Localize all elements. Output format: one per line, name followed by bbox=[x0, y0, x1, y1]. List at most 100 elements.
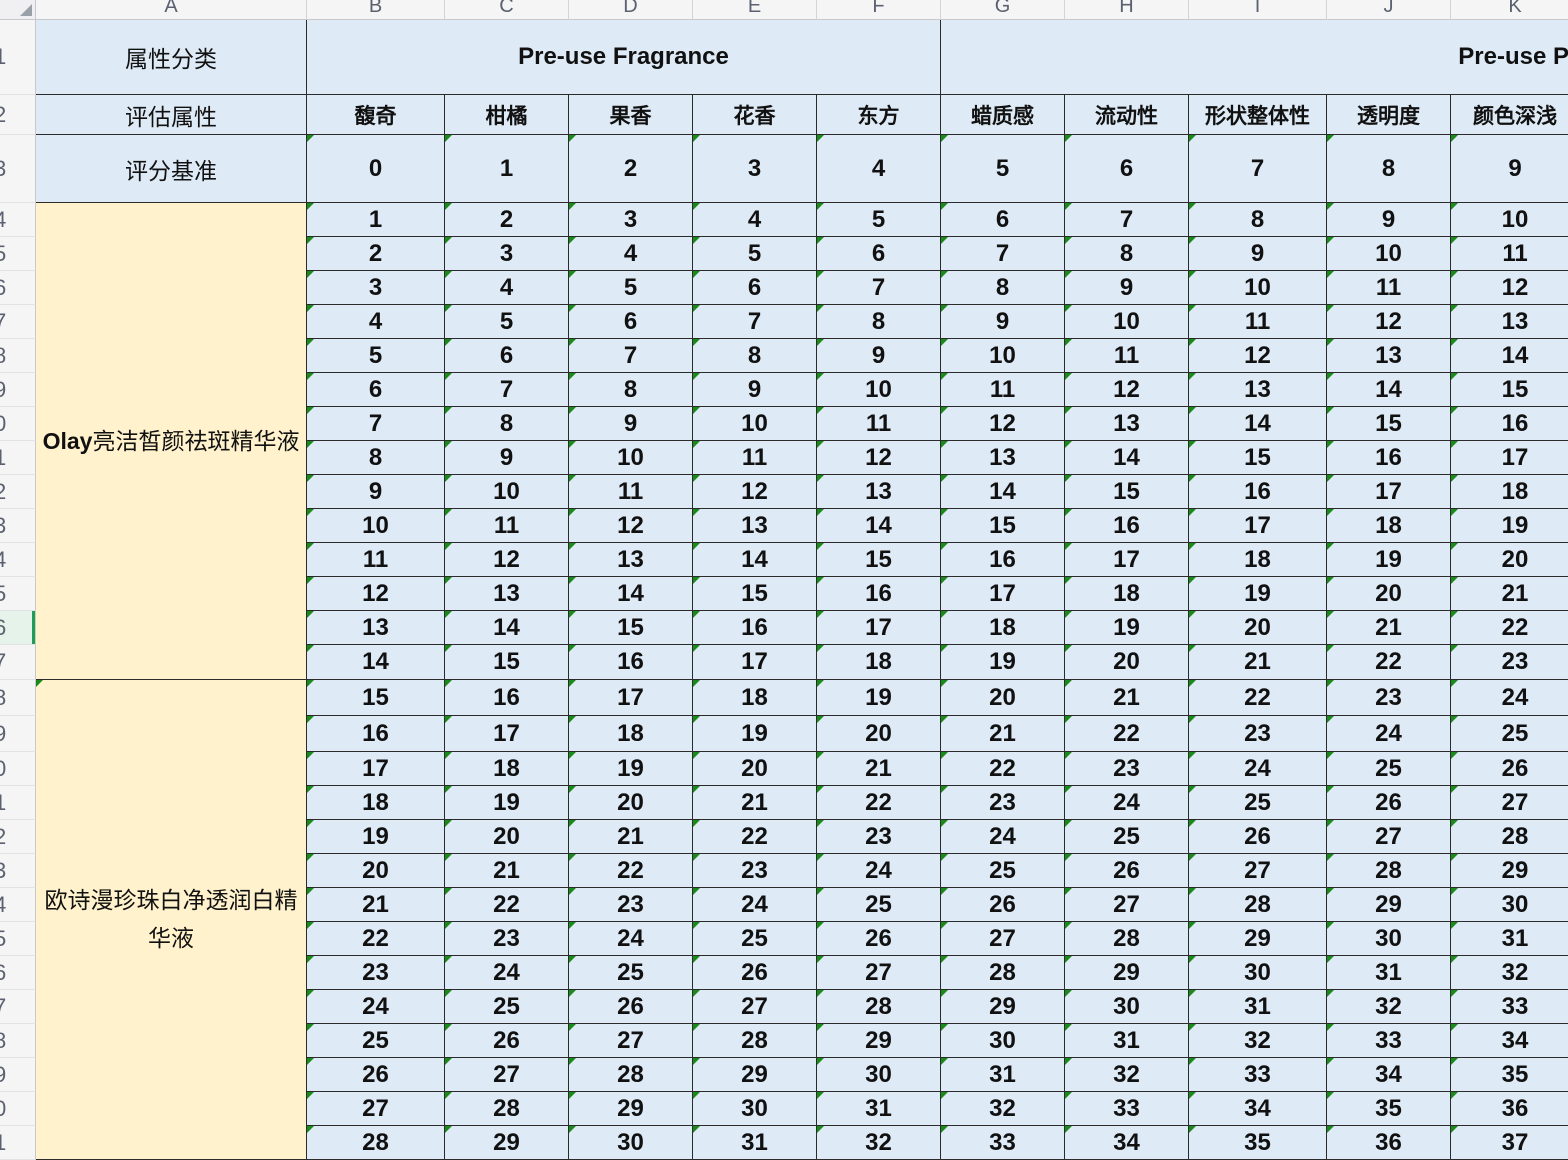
data-cell[interactable]: 11 bbox=[1327, 271, 1451, 305]
column-header-a[interactable]: A bbox=[36, 0, 307, 20]
data-cell[interactable]: 24 bbox=[941, 820, 1065, 854]
data-cell[interactable]: 27 bbox=[1451, 786, 1568, 820]
data-cell[interactable]: 21 bbox=[941, 716, 1065, 752]
data-cell[interactable]: 8 bbox=[445, 407, 569, 441]
data-cell[interactable]: 2 bbox=[445, 203, 569, 237]
data-cell[interactable]: 15 bbox=[817, 543, 941, 577]
data-cell[interactable]: 33 bbox=[1327, 1024, 1451, 1058]
row-header[interactable]: 6 bbox=[0, 271, 36, 305]
baseline-score[interactable]: 9 bbox=[1451, 135, 1568, 203]
row-header[interactable]: 0 bbox=[0, 752, 36, 786]
data-cell[interactable]: 27 bbox=[569, 1024, 693, 1058]
data-cell[interactable]: 29 bbox=[941, 990, 1065, 1024]
data-cell[interactable]: 8 bbox=[941, 271, 1065, 305]
data-cell[interactable]: 26 bbox=[1327, 786, 1451, 820]
baseline-score[interactable]: 7 bbox=[1189, 135, 1327, 203]
data-cell[interactable]: 9 bbox=[307, 475, 445, 509]
row-header[interactable]: 1 bbox=[0, 1126, 36, 1160]
data-cell[interactable]: 17 bbox=[1189, 509, 1327, 543]
data-cell[interactable]: 22 bbox=[307, 922, 445, 956]
data-cell[interactable]: 21 bbox=[1451, 577, 1568, 611]
spreadsheet[interactable]: ABCDEFGHIJK12345678901234567890123456789… bbox=[0, 0, 1568, 1160]
data-cell[interactable]: 14 bbox=[1065, 441, 1189, 475]
data-cell[interactable]: 18 bbox=[817, 645, 941, 680]
data-cell[interactable]: 36 bbox=[1327, 1126, 1451, 1160]
data-cell[interactable]: 29 bbox=[1065, 956, 1189, 990]
column-header-j[interactable]: J bbox=[1327, 0, 1451, 20]
data-cell[interactable]: 11 bbox=[817, 407, 941, 441]
data-cell[interactable]: 11 bbox=[693, 441, 817, 475]
data-cell[interactable]: 15 bbox=[941, 509, 1065, 543]
data-cell[interactable]: 9 bbox=[1189, 237, 1327, 271]
data-cell[interactable]: 31 bbox=[1451, 922, 1568, 956]
data-cell[interactable]: 10 bbox=[941, 339, 1065, 373]
row-header[interactable]: 1 bbox=[0, 20, 36, 95]
row-header[interactable]: 8 bbox=[0, 339, 36, 373]
data-cell[interactable]: 15 bbox=[569, 611, 693, 645]
data-cell[interactable]: 17 bbox=[569, 680, 693, 716]
column-header-c[interactable]: C bbox=[445, 0, 569, 20]
data-cell[interactable]: 15 bbox=[1451, 373, 1568, 407]
category-pre-use-p[interactable]: Pre-use P bbox=[941, 20, 1568, 95]
column-header-k[interactable]: K bbox=[1451, 0, 1568, 20]
data-cell[interactable]: 30 bbox=[1327, 922, 1451, 956]
data-cell[interactable]: 16 bbox=[693, 611, 817, 645]
data-cell[interactable]: 5 bbox=[817, 203, 941, 237]
data-cell[interactable]: 24 bbox=[1327, 716, 1451, 752]
baseline-score[interactable]: 1 bbox=[445, 135, 569, 203]
column-header-e[interactable]: E bbox=[693, 0, 817, 20]
data-cell[interactable]: 27 bbox=[1065, 888, 1189, 922]
data-cell[interactable]: 22 bbox=[1189, 680, 1327, 716]
data-cell[interactable]: 32 bbox=[817, 1126, 941, 1160]
data-cell[interactable]: 23 bbox=[445, 922, 569, 956]
data-cell[interactable]: 31 bbox=[817, 1092, 941, 1126]
row-header[interactable]: 8 bbox=[0, 1024, 36, 1058]
data-cell[interactable]: 10 bbox=[693, 407, 817, 441]
attribute-header[interactable]: 花香 bbox=[693, 95, 817, 135]
data-cell[interactable]: 10 bbox=[817, 373, 941, 407]
data-cell[interactable]: 28 bbox=[1189, 888, 1327, 922]
row-header[interactable]: 7 bbox=[0, 645, 36, 680]
data-cell[interactable]: 27 bbox=[693, 990, 817, 1024]
data-cell[interactable]: 9 bbox=[693, 373, 817, 407]
data-cell[interactable]: 35 bbox=[1189, 1126, 1327, 1160]
column-header-h[interactable]: H bbox=[1065, 0, 1189, 20]
data-cell[interactable]: 25 bbox=[569, 956, 693, 990]
data-cell[interactable]: 9 bbox=[941, 305, 1065, 339]
data-cell[interactable]: 25 bbox=[817, 888, 941, 922]
data-cell[interactable]: 24 bbox=[1451, 680, 1568, 716]
data-cell[interactable]: 31 bbox=[1189, 990, 1327, 1024]
data-cell[interactable]: 13 bbox=[445, 577, 569, 611]
data-cell[interactable]: 15 bbox=[307, 680, 445, 716]
data-cell[interactable]: 9 bbox=[569, 407, 693, 441]
data-cell[interactable]: 25 bbox=[941, 854, 1065, 888]
row-header[interactable]: 3 bbox=[0, 135, 36, 203]
data-cell[interactable]: 37 bbox=[1451, 1126, 1568, 1160]
data-cell[interactable]: 21 bbox=[1327, 611, 1451, 645]
data-cell[interactable]: 7 bbox=[1065, 203, 1189, 237]
data-cell[interactable]: 20 bbox=[817, 716, 941, 752]
data-cell[interactable]: 18 bbox=[445, 752, 569, 786]
data-cell[interactable]: 26 bbox=[1065, 854, 1189, 888]
data-cell[interactable]: 26 bbox=[569, 990, 693, 1024]
data-cell[interactable]: 32 bbox=[1189, 1024, 1327, 1058]
data-cell[interactable]: 22 bbox=[1451, 611, 1568, 645]
baseline-score[interactable]: 5 bbox=[941, 135, 1065, 203]
column-header-i[interactable]: I bbox=[1189, 0, 1327, 20]
data-cell[interactable]: 6 bbox=[569, 305, 693, 339]
data-cell[interactable]: 12 bbox=[817, 441, 941, 475]
data-cell[interactable]: 22 bbox=[445, 888, 569, 922]
row-header[interactable]: 0 bbox=[0, 1092, 36, 1126]
data-cell[interactable]: 31 bbox=[693, 1126, 817, 1160]
row-header[interactable]: 4 bbox=[0, 543, 36, 577]
row-header[interactable]: 7 bbox=[0, 990, 36, 1024]
data-cell[interactable]: 3 bbox=[307, 271, 445, 305]
data-cell[interactable]: 21 bbox=[569, 820, 693, 854]
data-cell[interactable]: 10 bbox=[1327, 237, 1451, 271]
data-cell[interactable]: 17 bbox=[307, 752, 445, 786]
data-cell[interactable]: 11 bbox=[1451, 237, 1568, 271]
data-cell[interactable]: 9 bbox=[817, 339, 941, 373]
data-cell[interactable]: 24 bbox=[569, 922, 693, 956]
data-cell[interactable]: 28 bbox=[817, 990, 941, 1024]
data-cell[interactable]: 28 bbox=[941, 956, 1065, 990]
